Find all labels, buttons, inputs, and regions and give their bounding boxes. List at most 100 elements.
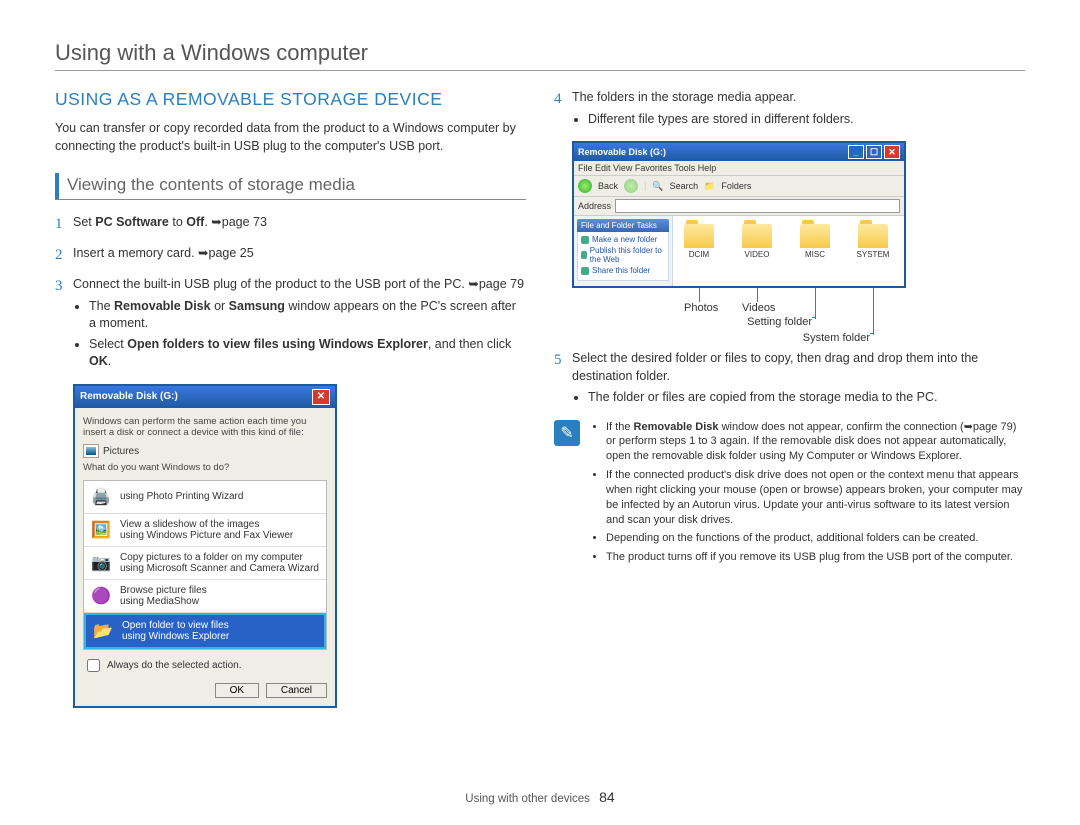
address-input[interactable] [615,199,900,213]
option-browse-mediashow[interactable]: 🟣 Browse picture filesusing MediaShow [84,580,326,613]
step-5: 5 Select the desired folder or files to … [554,350,1025,410]
step1-e: . ➥page 73 [204,215,267,229]
step3-bullet1: The Removable Disk or Samsung window app… [89,298,526,333]
explorer-window: Removable Disk (G:) _ ☐ ✕ File Edit View… [572,141,906,288]
sidebar-link-new-folder[interactable]: Make a new folder [581,235,665,244]
mediashow-icon: 🟣 [88,584,114,608]
step4-bullet1: Different file types are stored in diffe… [588,111,1025,129]
cancel-button[interactable]: Cancel [266,683,327,698]
step1-a: Set [73,215,95,229]
explorer-sidebar: File and Folder Tasks Make a new folder … [574,216,673,286]
step-1: 1 Set PC Software to Off. ➥page 73 [55,214,526,235]
sidebar-link-publish[interactable]: Publish this folder to the Web [581,246,665,264]
ok-button[interactable]: OK [215,683,259,698]
note-1: If the Removable Disk window does not ap… [606,420,1025,465]
page-title: Using with a Windows computer [55,40,1025,66]
close-icon[interactable]: ✕ [312,389,330,405]
dialog-line1: Windows can perform the same action each… [83,416,327,439]
folders-label: Folders [721,181,751,191]
explorer-menu[interactable]: File Edit View Favorites Tools Help [574,161,904,176]
folder-system[interactable]: SYSTEM [853,224,893,259]
folder-icon [800,224,830,248]
step-3: 3 Connect the built-in USB plug of the p… [55,276,526,374]
folder-dcim[interactable]: DCIM [679,224,719,259]
dialog-title-text: Removable Disk (G:) [80,391,178,402]
step1-c: to [169,215,186,229]
pictures-label: Pictures [103,446,139,457]
explorer-title-text: Removable Disk (G:) [578,147,666,157]
note-block: ✎ If the Removable Disk window does not … [554,420,1025,570]
explorer-main: DCIM VIDEO MISC SYSTEM [673,216,904,286]
slideshow-icon: 🖼️ [88,518,114,542]
callout-lines: Photos Videos Setting folder System fold… [572,288,902,346]
always-do-checkbox[interactable] [87,659,100,672]
back-icon[interactable] [578,179,592,193]
step4-text: The folders in the storage media appear. [572,90,796,104]
step-4: 4 The folders in the storage media appea… [554,89,1025,131]
footer-label: Using with other devices [465,793,590,805]
option-slideshow[interactable]: 🖼️ View a slideshow of the imagesusing W… [84,514,326,547]
step1-b: PC Software [95,215,169,229]
printer-icon: 🖨️ [88,485,114,509]
dialog-options-list: 🖨️ using Photo Printing Wizard 🖼️ View a… [83,480,327,650]
search-icon[interactable]: 🔍 [652,181,663,192]
right-column: 4 The folders in the storage media appea… [554,89,1025,708]
step-num-2: 2 [55,245,73,266]
option-printing-wizard[interactable]: 🖨️ using Photo Printing Wizard [84,481,326,514]
search-label: Search [670,181,699,191]
forward-icon[interactable] [624,179,638,193]
dialog-prompt: What do you want Windows to do? [83,462,327,473]
callout-photos: Photos [684,302,718,314]
step2-body: Insert a memory card. ➥page 25 [73,245,526,266]
folder-icon [858,224,888,248]
maximize-icon[interactable]: ☐ [866,145,882,159]
step-num-5: 5 [554,350,572,410]
left-column: USING AS A REMOVABLE STORAGE DEVICE You … [55,89,526,708]
step-num-1: 1 [55,214,73,235]
autoplay-dialog: Removable Disk (G:) ✕ Windows can perfor… [73,384,337,708]
sidebar-tasks-header: File and Folder Tasks [577,219,669,232]
sub-heading-wrap: Viewing the contents of storage media [55,173,526,200]
folders-icon[interactable]: 📁 [704,181,715,192]
note-4: The product turns off if you remove its … [606,550,1025,565]
dialog-titlebar: Removable Disk (G:) ✕ [75,386,335,408]
callout-setting: Setting folder [734,316,812,328]
folder-misc[interactable]: MISC [795,224,835,259]
explorer-titlebar: Removable Disk (G:) _ ☐ ✕ [574,143,904,161]
explorer-addressbar: Address [574,197,904,216]
step3-bullet2: Select Open folders to view files using … [89,336,526,371]
sub-heading: Viewing the contents of storage media [67,173,355,199]
folder-video[interactable]: VIDEO [737,224,777,259]
option-open-folder[interactable]: 📂 Open folder to view filesusing Windows… [84,613,326,649]
title-rule [55,70,1025,71]
callout-system: System folder [788,332,870,344]
option-copy-pictures[interactable]: 📷 Copy pictures to a folder on my comput… [84,547,326,580]
note-icon: ✎ [554,420,580,446]
always-do-label: Always do the selected action. [107,660,242,671]
sub-heading-bar [55,173,59,199]
step1-d: Off [186,215,204,229]
step3-text: Connect the built-in USB plug of the pro… [73,277,524,291]
step5-text: Select the desired folder or files to co… [572,351,978,383]
folder-icon [742,224,772,248]
address-label: Address [578,201,611,211]
folder-icon [684,224,714,248]
pictures-icon [83,444,99,458]
page-number: 84 [599,789,615,805]
step5-bullet1: The folder or files are copied from the … [588,389,1025,407]
minimize-icon[interactable]: _ [848,145,864,159]
page-footer: Using with other devices 84 [0,789,1080,805]
folder-open-icon: 📂 [90,619,116,643]
step-num-4: 4 [554,89,572,131]
sidebar-link-share[interactable]: Share this folder [581,266,665,275]
note-3: Depending on the functions of the produc… [606,531,1025,546]
close-icon[interactable]: ✕ [884,145,900,159]
note-2: If the connected product's disk drive do… [606,468,1025,527]
intro-text: You can transfer or copy recorded data f… [55,120,526,155]
explorer-toolbar: Back | 🔍Search 📁Folders [574,176,904,197]
camera-wizard-icon: 📷 [88,551,114,575]
always-do-checkbox-row[interactable]: Always do the selected action. [83,656,327,675]
back-label: Back [598,181,618,191]
callout-videos: Videos [742,302,775,314]
step-2: 2 Insert a memory card. ➥page 25 [55,245,526,266]
